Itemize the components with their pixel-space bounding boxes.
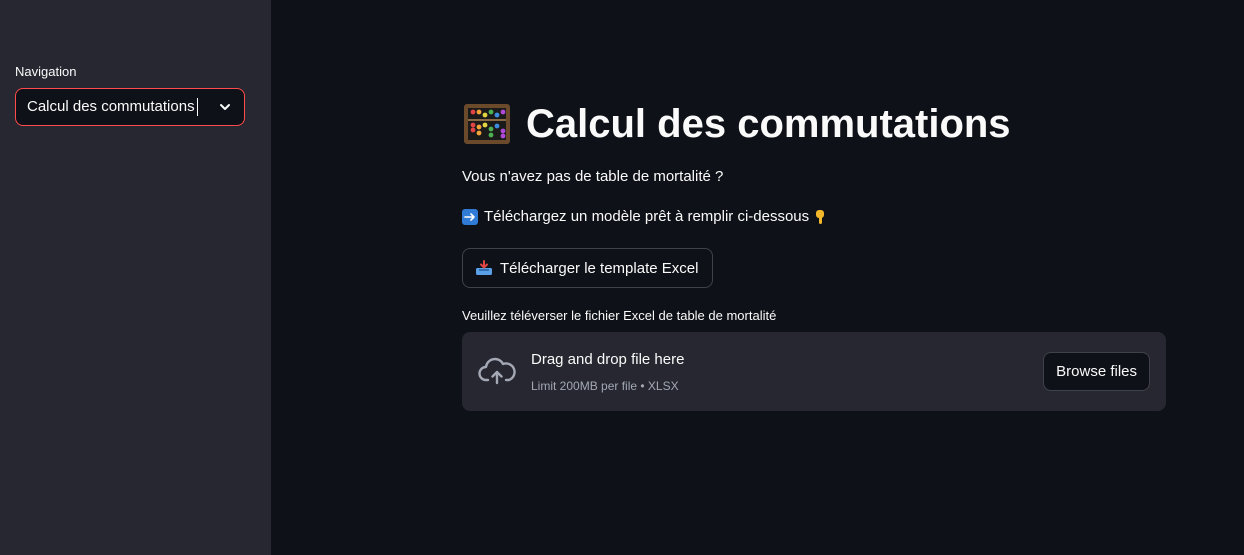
dropzone-subtitle: Limit 200MB per file • XLSX xyxy=(531,379,679,393)
abacus-icon xyxy=(462,102,512,146)
question-text: Vous n'avez pas de table de mortalité ? xyxy=(462,168,724,185)
upload-label: Veuillez téléverser le fichier Excel de … xyxy=(462,308,777,323)
navigation-select-value: Calcul des commutations xyxy=(27,98,198,117)
sidebar: Navigation Calcul des commutations xyxy=(0,0,271,555)
chevron-down-icon[interactable] xyxy=(218,100,232,114)
main-content: Calcul des commutations Vous n'avez pas … xyxy=(271,0,1244,555)
nav-label: Navigation xyxy=(15,64,77,79)
instruction-text: Téléchargez un modèle prêt à remplir ci-… xyxy=(462,208,1166,225)
page-title: Calcul des commutations xyxy=(526,101,1011,146)
text-caret xyxy=(196,98,198,117)
cloud-upload-icon xyxy=(478,356,516,391)
download-template-button[interactable]: Télécharger le template Excel xyxy=(462,248,714,288)
right-arrow-icon xyxy=(462,208,478,225)
dropzone-title: Drag and drop file here xyxy=(531,351,685,368)
instruction-label: Téléchargez un modèle prêt à remplir ci-… xyxy=(484,208,810,225)
inbox-tray-icon xyxy=(475,260,493,276)
app: Navigation Calcul des commutations Calcu… xyxy=(0,0,1244,555)
download-button-label: Télécharger le template Excel xyxy=(500,259,699,277)
browse-files-button[interactable]: Browse files xyxy=(1043,352,1150,391)
navigation-select[interactable]: Calcul des commutations xyxy=(15,88,245,126)
page-header: Calcul des commutations xyxy=(462,96,1166,152)
pointing-down-icon xyxy=(813,209,827,225)
file-dropzone[interactable]: Drag and drop file here Limit 200MB per … xyxy=(462,332,1166,411)
